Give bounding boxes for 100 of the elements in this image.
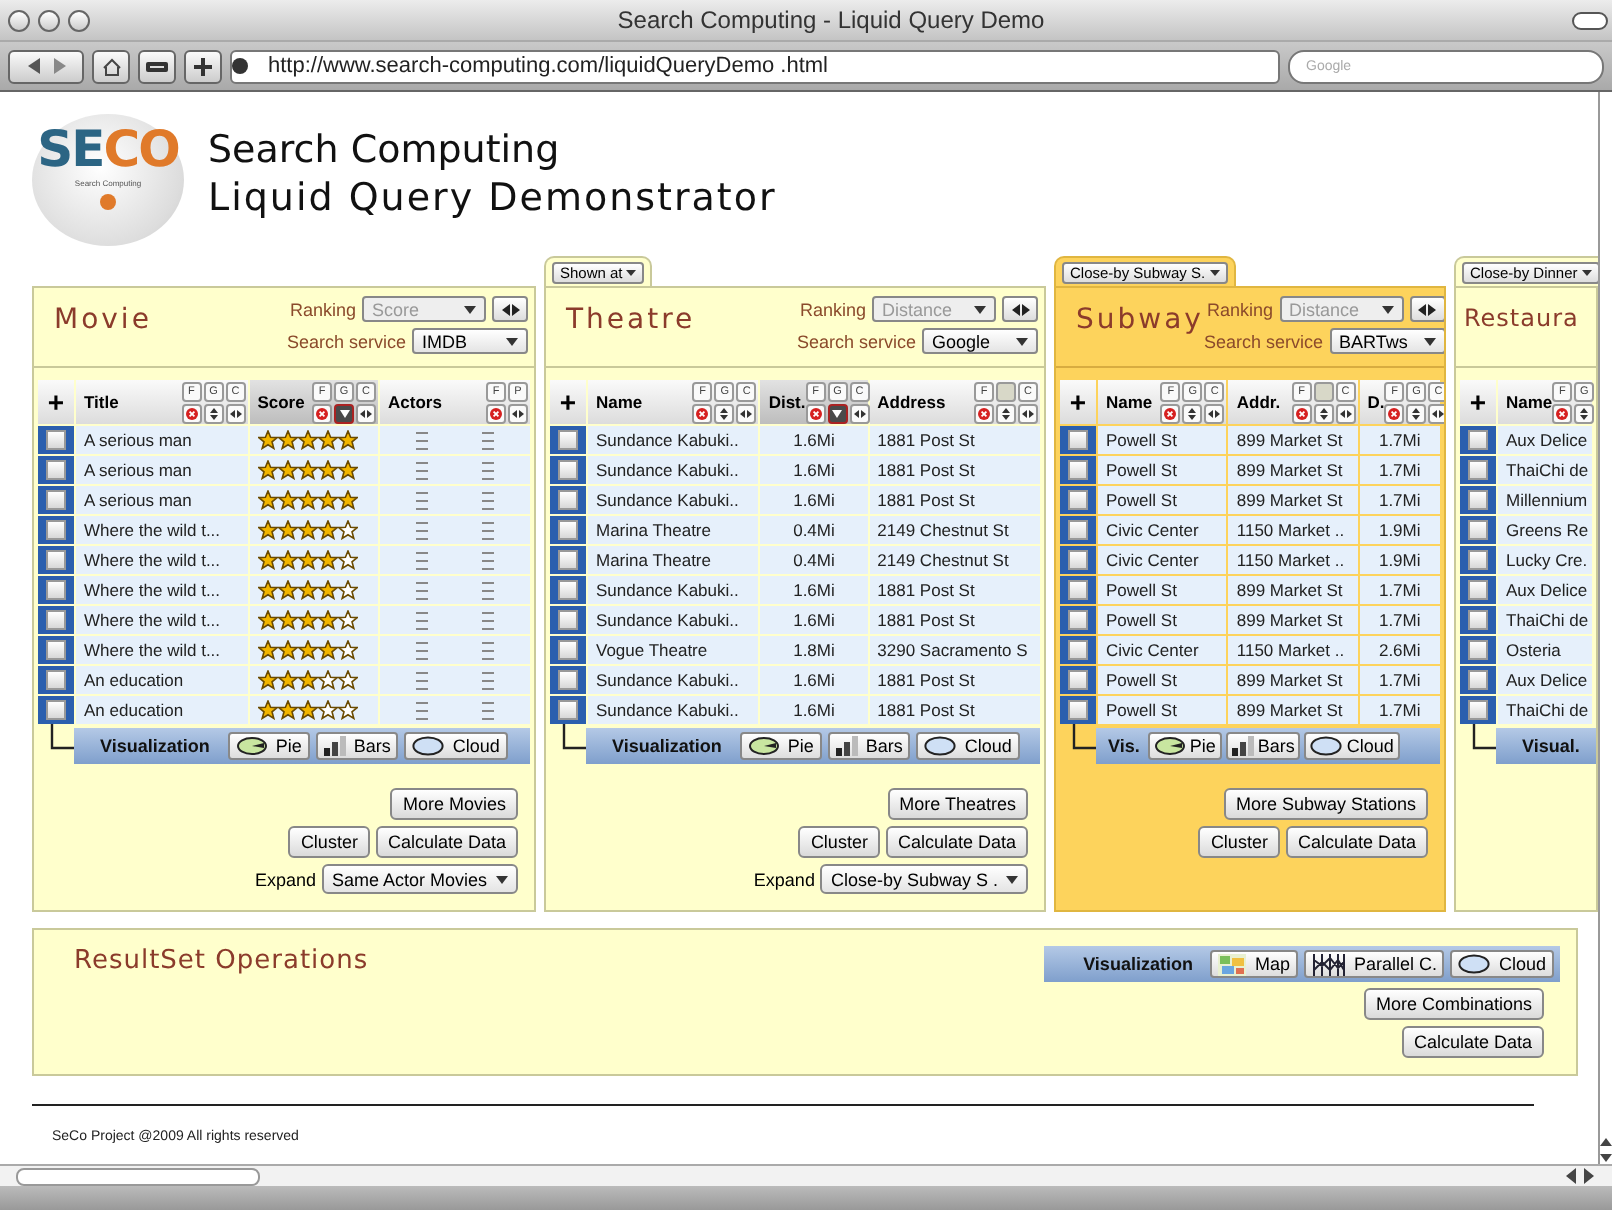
swap-button[interactable]: [492, 296, 528, 322]
row-checkbox[interactable]: [1468, 430, 1488, 450]
tool-button[interactable]: [714, 403, 735, 423]
tool-button[interactable]: [356, 403, 376, 423]
row-checkbox[interactable]: [46, 670, 66, 690]
zoom-button[interactable]: [68, 9, 90, 31]
service-select[interactable]: Google: [922, 328, 1038, 354]
tool-button[interactable]: [1428, 403, 1444, 423]
horizontal-scrollbar[interactable]: [16, 1167, 260, 1185]
row-checkbox[interactable]: [1468, 520, 1488, 540]
row-checkbox[interactable]: [1068, 640, 1088, 660]
service-select[interactable]: BARTws: [1329, 328, 1444, 354]
visualization-button[interactable]: Pie: [739, 732, 822, 760]
row-checkbox[interactable]: [46, 490, 66, 510]
add-button[interactable]: +: [550, 380, 586, 424]
tool-button[interactable]: [508, 403, 528, 423]
visualization-button[interactable]: Cloud: [1450, 950, 1554, 978]
action-button[interactable]: Cluster: [798, 826, 880, 858]
action-button[interactable]: More Movies: [390, 788, 518, 820]
service-select[interactable]: IMDB: [412, 328, 528, 354]
row-checkbox[interactable]: [1068, 700, 1088, 720]
tool-button[interactable]: [1406, 403, 1427, 423]
visualization-button[interactable]: Cloud: [404, 732, 508, 760]
row-checkbox[interactable]: [1068, 430, 1088, 450]
expand-select[interactable]: Same Actor Movies: [322, 864, 518, 894]
visualization-button[interactable]: Bars: [315, 732, 399, 760]
tool-button[interactable]: [849, 403, 870, 423]
visualization-button[interactable]: Parallel C.: [1303, 950, 1445, 978]
row-checkbox[interactable]: [1068, 520, 1088, 540]
home-button[interactable]: [92, 49, 130, 83]
tool-button[interactable]: [1335, 403, 1356, 423]
action-button[interactable]: Calculate Data: [1285, 826, 1428, 858]
add-button[interactable]: +: [1060, 380, 1096, 424]
row-checkbox[interactable]: [1068, 490, 1088, 510]
tool-button[interactable]: [1574, 403, 1595, 423]
tool-button[interactable]: [1313, 403, 1334, 423]
action-button[interactable]: Cluster: [1198, 826, 1280, 858]
print-button[interactable]: [138, 49, 176, 83]
row-checkbox[interactable]: [1468, 610, 1488, 630]
row-checkbox[interactable]: [558, 550, 578, 570]
row-checkbox[interactable]: [1468, 490, 1488, 510]
row-checkbox[interactable]: [558, 490, 578, 510]
tool-button[interactable]: [1182, 403, 1203, 423]
vertical-scrollbar[interactable]: [1598, 92, 1612, 1164]
row-checkbox[interactable]: [558, 610, 578, 630]
row-checkbox[interactable]: [1468, 580, 1488, 600]
row-checkbox[interactable]: [1468, 550, 1488, 570]
row-checkbox[interactable]: [558, 640, 578, 660]
action-button[interactable]: Calculate Data: [375, 826, 518, 858]
row-checkbox[interactable]: [1068, 550, 1088, 570]
tool-button[interactable]: [225, 403, 246, 423]
action-button[interactable]: Cluster: [288, 826, 370, 858]
visualization-button[interactable]: Bars: [1225, 732, 1301, 760]
tool-button[interactable]: [736, 403, 757, 423]
row-checkbox[interactable]: [558, 700, 578, 720]
visualization-button[interactable]: Pie: [1147, 732, 1222, 760]
row-checkbox[interactable]: [558, 520, 578, 540]
row-checkbox[interactable]: [1468, 670, 1488, 690]
add-button[interactable]: +: [38, 380, 74, 424]
row-checkbox[interactable]: [558, 670, 578, 690]
toolbar-toggle-button[interactable]: [1572, 11, 1608, 29]
address-field[interactable]: http://www.search-computing.com/liquidQueryDemo .html: [230, 49, 1280, 83]
row-checkbox[interactable]: [558, 460, 578, 480]
expand-select[interactable]: Close-by Subway S .: [820, 864, 1028, 894]
close-button[interactable]: [8, 9, 30, 31]
action-button[interactable]: Calculate Data: [1401, 1026, 1544, 1058]
visualization-button[interactable]: Bars: [827, 732, 911, 760]
row-checkbox[interactable]: [1068, 460, 1088, 480]
row-checkbox[interactable]: [46, 640, 66, 660]
row-checkbox[interactable]: [558, 430, 578, 450]
row-checkbox[interactable]: [46, 700, 66, 720]
row-checkbox[interactable]: [1468, 640, 1488, 660]
tool-button[interactable]: [996, 403, 1016, 423]
row-checkbox[interactable]: [46, 550, 66, 570]
visualization-button[interactable]: Map: [1210, 950, 1298, 978]
row-checkbox[interactable]: [46, 580, 66, 600]
swap-button[interactable]: [1002, 296, 1038, 322]
tool-button[interactable]: [334, 403, 354, 423]
row-checkbox[interactable]: [1468, 700, 1488, 720]
tool-button[interactable]: [1204, 403, 1225, 423]
navigation-buttons[interactable]: [8, 49, 84, 83]
minimize-button[interactable]: [38, 9, 60, 31]
row-checkbox[interactable]: [1068, 670, 1088, 690]
tool-button[interactable]: [827, 403, 848, 423]
visualization-button[interactable]: Cloud: [1304, 732, 1400, 760]
action-button[interactable]: More Subway Stations: [1223, 788, 1428, 820]
row-checkbox[interactable]: [46, 460, 66, 480]
row-checkbox[interactable]: [46, 610, 66, 630]
row-checkbox[interactable]: [1068, 610, 1088, 630]
visualization-button[interactable]: Cloud: [916, 732, 1020, 760]
action-button[interactable]: More Combinations: [1363, 988, 1544, 1020]
row-checkbox[interactable]: [558, 580, 578, 600]
action-button[interactable]: Calculate Data: [885, 826, 1028, 858]
row-checkbox[interactable]: [46, 430, 66, 450]
swap-button[interactable]: [1409, 296, 1444, 322]
add-bookmark-button[interactable]: [184, 49, 222, 83]
action-button[interactable]: More Theatres: [887, 788, 1028, 820]
row-checkbox[interactable]: [1068, 580, 1088, 600]
visualization-button[interactable]: Pie: [227, 732, 310, 760]
row-checkbox[interactable]: [1468, 460, 1488, 480]
